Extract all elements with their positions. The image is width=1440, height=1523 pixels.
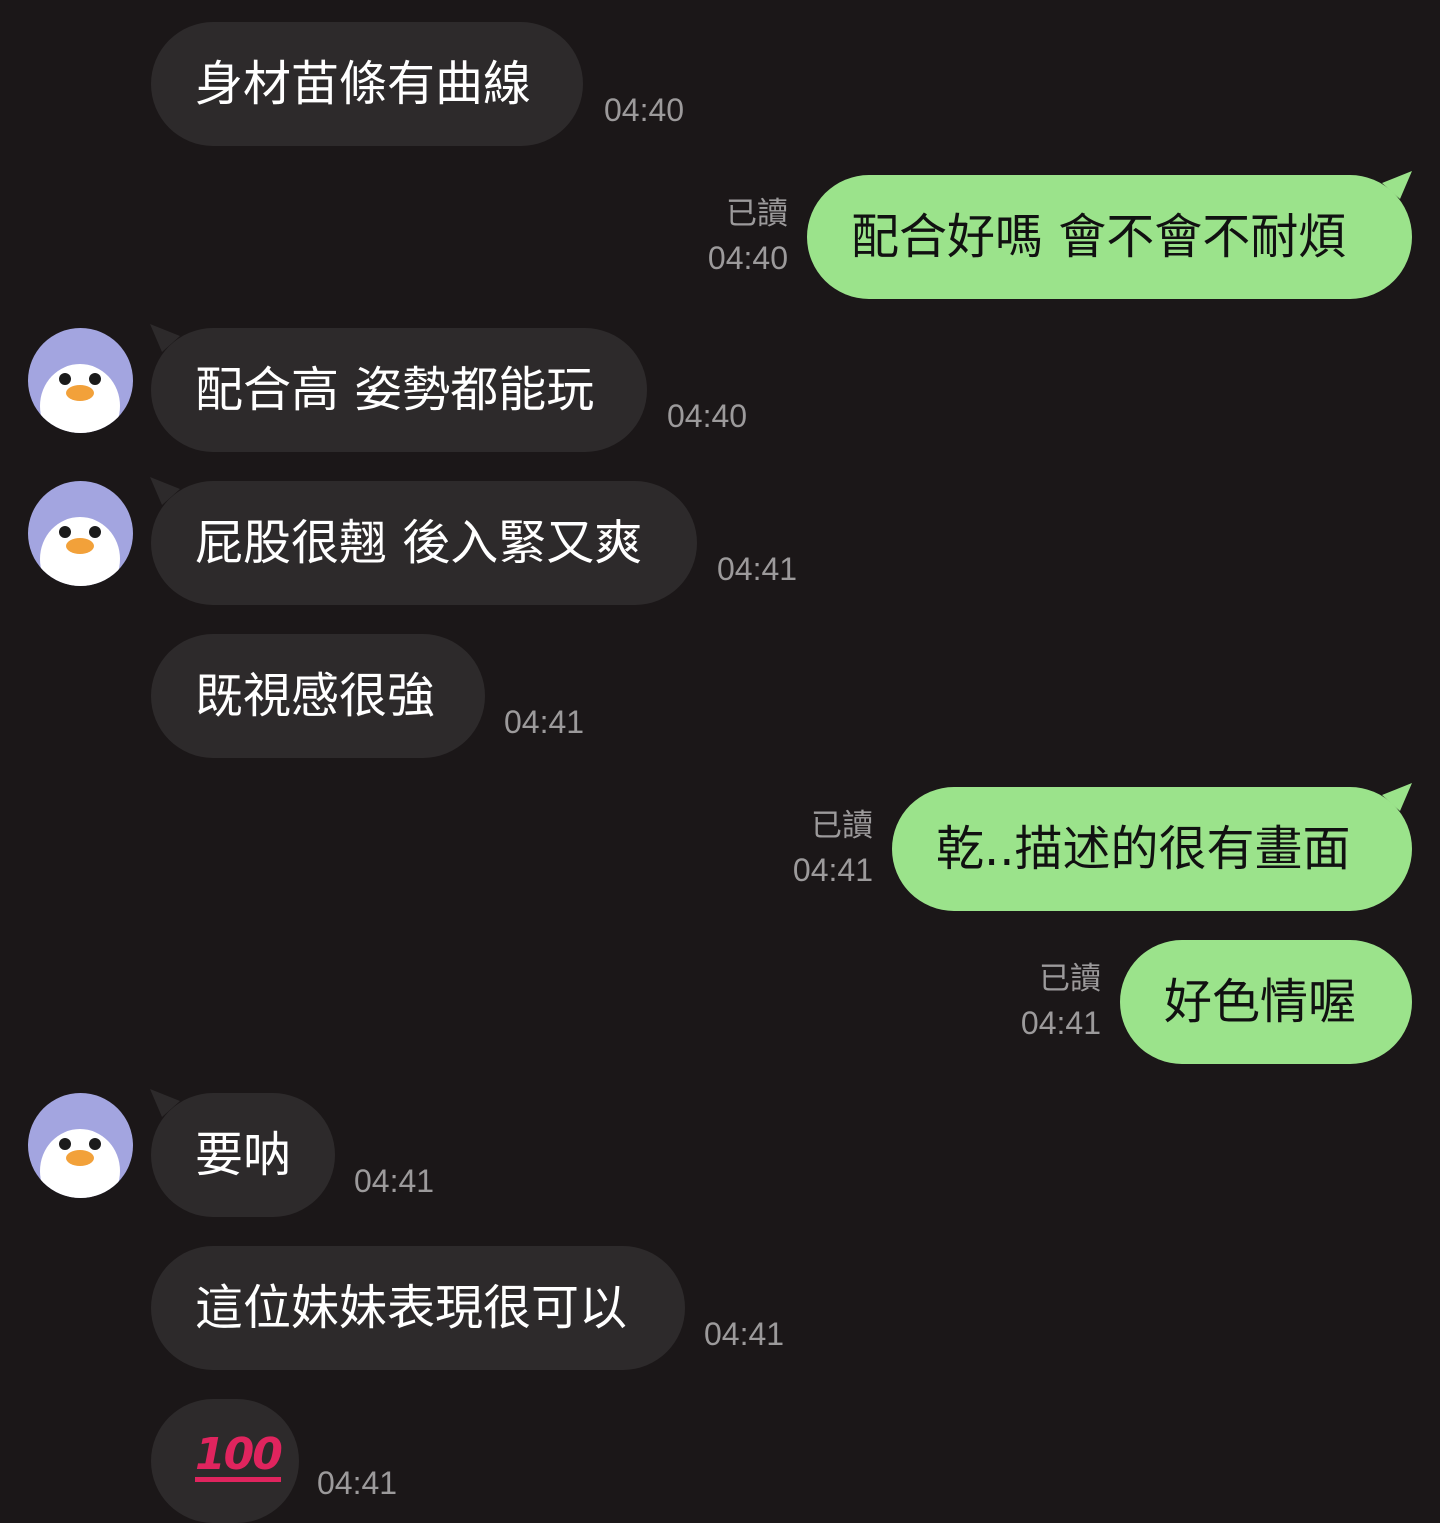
read-receipt: 已讀 [1039,961,1101,996]
penguin-avatar-icon [40,517,120,586]
message-meta: 已讀 04:40 [708,193,788,281]
message-bubble-incoming[interactable]: 100 [151,1399,299,1523]
penguin-avatar-icon [40,1129,120,1198]
avatar[interactable] [28,1093,133,1198]
message-bubble-outgoing[interactable]: 乾..描述的很有畫面 [892,787,1412,911]
message-bubble-incoming[interactable]: 身材苗條有曲線 [151,22,583,146]
avatar[interactable] [28,328,133,433]
message-row-incoming: 身材苗條有曲線 04:40 [0,22,1440,146]
message-bubble-incoming[interactable]: 既視感很強 [151,634,485,758]
message-row-incoming: 既視感很強 04:41 [0,634,1440,758]
message-meta: 已讀 04:41 [793,805,873,893]
hundred-points-icon: 100 [195,1429,283,1482]
message-bubble-incoming[interactable]: 要呐 [151,1093,335,1217]
read-receipt: 已讀 [811,808,873,843]
message-row-incoming: 100 04:41 [0,1399,1440,1523]
message-timestamp: 04:41 [792,852,873,888]
message-timestamp: 04:41 [717,551,798,587]
message-row-incoming: 配合高 姿勢都能玩 04:40 [0,324,1440,452]
message-row-outgoing: 已讀 04:41 乾..描述的很有畫面 [0,783,1440,911]
message-timestamp: 04:40 [667,398,748,434]
message-bubble-outgoing[interactable]: 好色情喔 [1120,940,1412,1064]
message-bubble-incoming[interactable]: 屁股很翹 後入緊又爽 [151,481,697,605]
message-row-outgoing: 已讀 04:40 配合好嗎 會不會不耐煩 [0,171,1440,299]
avatar[interactable] [28,481,133,586]
message-timestamp: 04:41 [1020,1005,1101,1041]
message-row-incoming: 要呐 04:41 [0,1089,1440,1217]
message-meta: 已讀 04:41 [1021,958,1101,1046]
message-timestamp: 04:41 [504,704,585,740]
message-bubble-incoming[interactable]: 這位妹妹表現很可以 [151,1246,685,1370]
message-timestamp: 04:40 [604,92,685,128]
message-row-incoming: 屁股很翹 後入緊又爽 04:41 [0,477,1440,605]
message-bubble-outgoing[interactable]: 配合好嗎 會不會不耐煩 [807,175,1412,299]
message-row-outgoing: 已讀 04:41 好色情喔 [0,940,1440,1064]
message-timestamp: 04:41 [354,1163,435,1199]
message-timestamp: 04:41 [317,1465,398,1501]
message-timestamp: 04:41 [704,1316,785,1352]
message-row-incoming: 這位妹妹表現很可以 04:41 [0,1246,1440,1370]
message-timestamp: 04:40 [707,240,788,276]
message-bubble-incoming[interactable]: 配合高 姿勢都能玩 [151,328,647,452]
read-receipt: 已讀 [726,196,788,231]
penguin-avatar-icon [40,364,120,433]
